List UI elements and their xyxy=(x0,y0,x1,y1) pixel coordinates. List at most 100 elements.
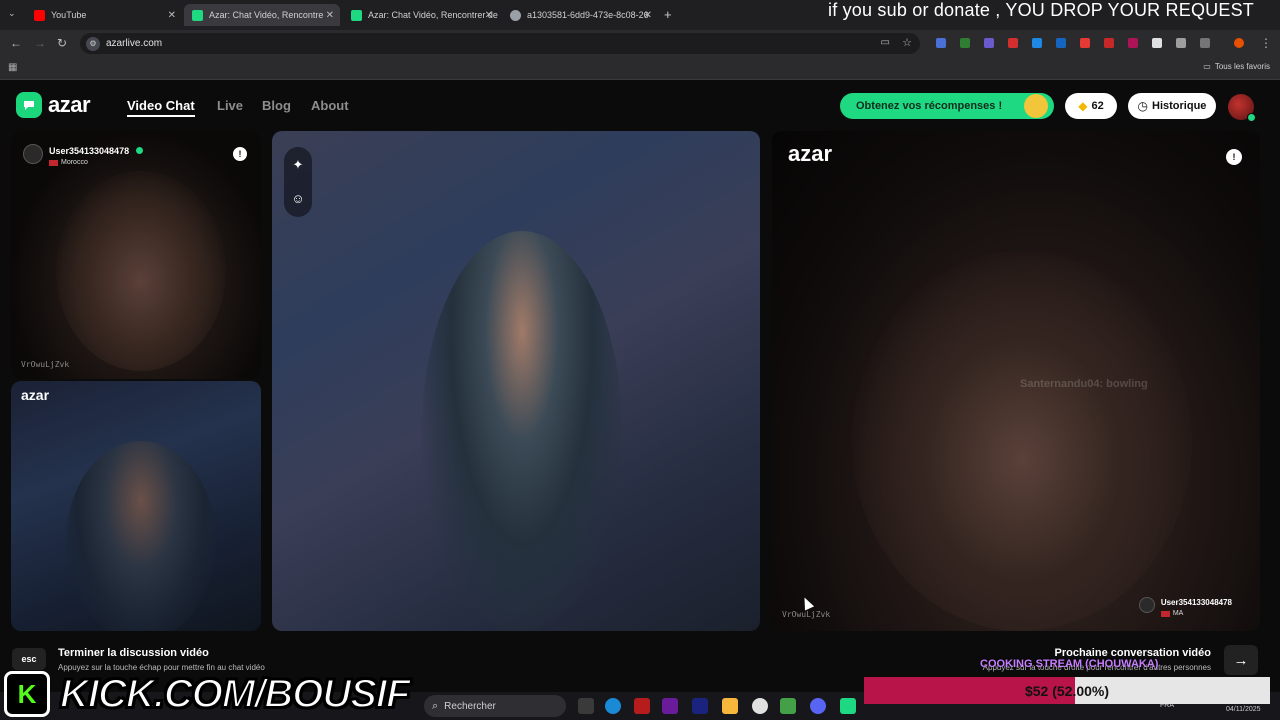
morocco-flag-icon xyxy=(1160,610,1170,617)
gems-count: 62 xyxy=(1091,100,1104,112)
profile-avatar-icon[interactable] xyxy=(1234,38,1244,48)
address-bar[interactable]: ⚙ azarlive.com ▭ ☆ xyxy=(80,33,920,54)
task-view-icon[interactable] xyxy=(578,698,594,714)
watermark: VrOwuLjZvk xyxy=(21,360,70,369)
remote-video-main: azar ! Santernandu04: bowling VrOwuLjZvk… xyxy=(772,131,1260,631)
nav-live[interactable]: Live xyxy=(217,98,243,113)
close-icon[interactable]: ✕ xyxy=(644,10,652,21)
close-icon[interactable]: ✕ xyxy=(485,10,493,21)
extension-icon[interactable] xyxy=(1176,38,1186,48)
new-tab-button[interactable]: + xyxy=(664,7,672,22)
file-explorer-icon[interactable] xyxy=(722,698,738,714)
report-shield-icon[interactable]: ! xyxy=(233,147,247,161)
app-icon[interactable] xyxy=(662,698,678,714)
tab-azar-active[interactable]: Azar: Chat Vidéo, Rencontre ✕ xyxy=(184,4,340,26)
donation-goal-text: $52 (52.00%) xyxy=(1024,683,1110,699)
tab-list-chevron-icon[interactable]: ⌄ xyxy=(8,8,16,19)
tab-youtube[interactable]: YouTube ✕ xyxy=(26,4,182,26)
remote-face xyxy=(852,251,1192,631)
end-chat-esc-button[interactable]: esc xyxy=(12,648,46,670)
azar-logo[interactable]: azar xyxy=(16,92,91,118)
discord-icon[interactable] xyxy=(810,698,826,714)
close-icon[interactable]: ✕ xyxy=(326,10,334,21)
youtube-icon xyxy=(34,9,45,21)
kick-logo-icon: K xyxy=(4,671,50,717)
bookmark-star-icon[interactable]: ☆ xyxy=(902,36,912,49)
remote-username: User354133048478 xyxy=(49,146,130,156)
close-icon[interactable]: ✕ xyxy=(168,10,176,21)
taskbar-search[interactable]: ⌕ Rechercher xyxy=(424,695,566,717)
extension-icon[interactable] xyxy=(984,38,994,48)
app-icon[interactable] xyxy=(780,698,796,714)
azar-logo-icon xyxy=(16,92,42,118)
watermark: VrOwuLjZvk xyxy=(782,610,831,619)
app-icon[interactable] xyxy=(634,698,650,714)
sparkle-effects-icon[interactable]: ✦ xyxy=(284,157,312,173)
gift-icon xyxy=(1024,94,1048,118)
tab-azar[interactable]: Azar: Chat Vidéo, Rencontrer de ✕ xyxy=(343,4,499,26)
gem-icon: ◆ xyxy=(1078,99,1088,113)
app-icon[interactable] xyxy=(840,698,856,714)
tab-uuid[interactable]: a1303581-6dd9-473e-8c08-26 ✕ xyxy=(502,4,658,26)
extension-icon[interactable] xyxy=(1032,38,1042,48)
next-chat-arrow-button[interactable]: → xyxy=(1224,645,1258,675)
nav-blog[interactable]: Blog xyxy=(262,98,291,113)
menu-kebab-icon[interactable]: ⋮ xyxy=(1260,36,1272,50)
globe-icon xyxy=(510,9,521,21)
donation-goal-bar: $52 (52.00%) xyxy=(864,677,1270,704)
remote-user-chip: User354133048478 MA xyxy=(1138,592,1232,617)
nav-about[interactable]: About xyxy=(311,98,349,113)
history-button[interactable]: ◷ Historique xyxy=(1128,93,1216,119)
back-icon[interactable]: ← xyxy=(10,36,22,50)
tab-title: Azar: Chat Vidéo, Rencontrer de xyxy=(368,10,498,20)
clock-icon: ◷ xyxy=(1137,99,1149,113)
chrome-icon[interactable] xyxy=(752,698,768,714)
site-info-icon[interactable]: ⚙ xyxy=(86,36,100,51)
azar-header: azar Video Chat Live Blog About Obtenez … xyxy=(0,82,1280,128)
morocco-flag-icon xyxy=(49,159,58,166)
remote-username: User354133048478 xyxy=(1160,598,1232,607)
history-label: Historique xyxy=(1152,100,1207,112)
face-filter-icon[interactable]: ☺ xyxy=(284,191,312,206)
rewards-button[interactable]: Obtenez vos récompenses ! xyxy=(840,93,1054,119)
all-bookmarks-button[interactable]: ▭ Tous les favoris xyxy=(1203,62,1270,71)
rewards-label: Obtenez vos récompenses ! xyxy=(856,100,1003,112)
nav-video-chat[interactable]: Video Chat xyxy=(127,98,195,117)
clock-date[interactable]: 04/11/2025 xyxy=(1226,706,1261,713)
all-bookmarks-label: Tous les favoris xyxy=(1214,62,1270,71)
edge-icon[interactable] xyxy=(605,698,621,714)
remote-country: Morocco xyxy=(61,159,88,166)
azar-icon xyxy=(192,9,203,21)
tab-title: a1303581-6dd9-473e-8c08-26 xyxy=(527,10,649,20)
taskbar-search-label: Rechercher xyxy=(444,700,496,712)
end-chat-title: Terminer la discussion vidéo xyxy=(58,647,209,659)
extension-icon[interactable] xyxy=(1056,38,1066,48)
profile-avatar[interactable] xyxy=(1228,94,1256,122)
remote-country-code: MA xyxy=(1172,610,1184,617)
self-video-small: azar xyxy=(11,381,261,631)
stream-title-overlay: COOKING STREAM (CHOUWAKA) xyxy=(980,658,1159,670)
avatar xyxy=(23,143,43,164)
extension-icon[interactable] xyxy=(1104,38,1114,48)
reload-icon[interactable]: ↻ xyxy=(57,36,67,50)
remote-face xyxy=(56,171,226,371)
report-shield-icon[interactable]: ! xyxy=(1226,149,1242,165)
kick-url: KICK.COM/BOUSIF xyxy=(59,671,411,717)
extension-icon[interactable] xyxy=(1152,38,1162,48)
azar-watermark-logo: azar xyxy=(21,387,50,403)
cast-icon[interactable]: ▭ xyxy=(881,37,890,48)
extension-icon[interactable] xyxy=(1080,38,1090,48)
apps-grid-icon[interactable]: ▦ xyxy=(8,62,17,73)
extension-icon[interactable] xyxy=(1128,38,1138,48)
online-status-dot xyxy=(1247,113,1256,122)
kick-logo-letter: K xyxy=(17,678,37,709)
forward-icon[interactable]: → xyxy=(34,36,46,50)
gems-counter[interactable]: ◆ 62 xyxy=(1065,93,1117,119)
azar-icon xyxy=(351,9,362,21)
extension-icon[interactable] xyxy=(960,38,970,48)
extensions-puzzle-icon[interactable] xyxy=(1200,38,1210,48)
extension-icon[interactable] xyxy=(1008,38,1018,48)
steam-icon[interactable] xyxy=(692,698,708,714)
extension-icon[interactable] xyxy=(936,38,946,48)
avatar xyxy=(1138,596,1155,613)
